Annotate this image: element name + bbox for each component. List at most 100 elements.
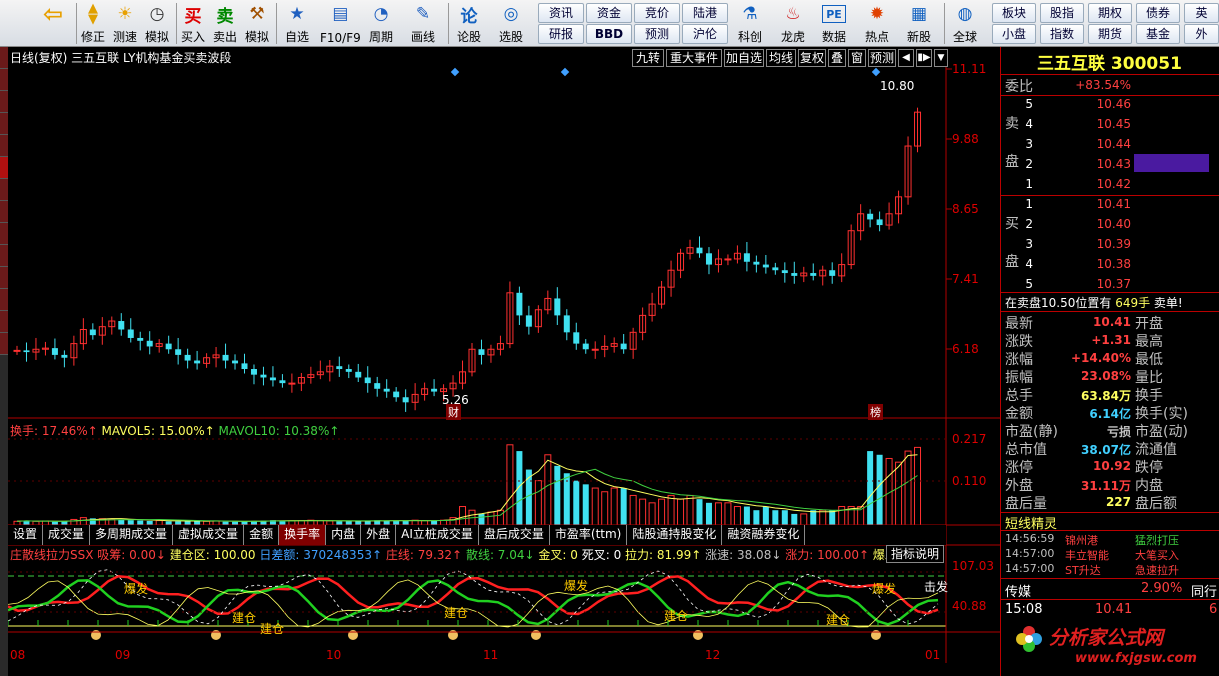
up-down-icon: ▲ ▼ [88,1,98,27]
sell-queue-bar [1134,154,1209,172]
chart-canvas[interactable] [8,67,1000,663]
volume-bar [772,510,779,525]
watchlist-button[interactable]: ★ 自选 [284,2,310,45]
tech-board-button[interactable]: ⚗ 科创 [737,2,763,45]
sprite-item[interactable]: 14:56:59 锦州港 猛烈打压 [1005,532,1217,547]
indicator-tab[interactable]: 换手率 [279,525,327,545]
candle-body [137,337,144,341]
nine-turn-button[interactable]: 九转 [632,49,664,67]
order-price[interactable]: 10.43 [1071,157,1131,171]
buy-button[interactable]: 买买入 [180,2,206,45]
forecast-button[interactable]: 预测 [868,49,896,67]
data-button[interactable]: PE 数据 [822,2,846,45]
pill-hk-connect[interactable]: 陆港 [682,3,728,23]
overlay-button[interactable]: 叠 [828,49,846,67]
indicator-tab[interactable]: 外盘 [361,525,397,545]
volume-bar [829,510,836,525]
volume-tick: 0.110 [952,474,987,488]
speedtest-button[interactable]: ☀ 测速 [112,2,138,45]
date-tick: 11 [483,648,499,662]
indicator-tab[interactable]: 设置 [8,525,44,545]
quote-value: 227 [1105,495,1131,509]
back-button[interactable]: ⇦ [40,0,66,45]
fix-button[interactable]: ▲ ▼ 修正 [80,2,106,45]
indicator-header: 庄散线拉力SSX 吸筹: 0.00↓ 建仓区: 100.00 日差额: 3702… [10,546,886,563]
order-price[interactable]: 10.39 [1071,237,1131,251]
sim-trade-button[interactable]: ⚒ 模拟 [244,2,270,45]
add-watchlist-button[interactable]: 加自选 [724,49,764,67]
indicator-tab[interactable]: 市盈率(ttm) [550,525,628,545]
indicator-tab[interactable]: 盘后成交量 [479,525,550,545]
pill-auction[interactable]: 竞价 [634,3,680,23]
pill-funds[interactable]: 基金 [1136,24,1180,44]
candle-body [51,348,58,355]
pill-small-cap[interactable]: 小盘 [992,24,1036,44]
order-price[interactable]: 10.42 [1071,177,1131,191]
sprite-stock: ST升达 [1065,564,1101,577]
volume-bar [743,506,750,525]
order-price[interactable]: 10.45 [1071,117,1131,131]
stock-select-button[interactable]: ◎ 选股 [498,2,524,45]
moving-average-button[interactable]: 均线 [766,49,796,67]
pill-bonds[interactable]: 债券 [1136,3,1180,23]
ranking-tag[interactable]: 榜 [868,404,883,420]
pill-bbd[interactable]: BBD [586,24,632,44]
order-price[interactable]: 10.40 [1071,217,1131,231]
expand-icon[interactable]: ◀ [898,49,914,67]
order-price[interactable]: 10.44 [1071,137,1131,151]
indicator-tab[interactable]: 陆股通持股变化 [627,525,723,545]
simulate-button[interactable]: ◷ 模拟 [144,2,170,45]
pill-index[interactable]: 指数 [1040,24,1084,44]
pin-icon[interactable]: ▮▶ [916,49,932,67]
f10-button[interactable]: ▤ F10/F9 [320,2,361,45]
adjust-button[interactable]: 复权 [798,49,826,67]
indicator-explain-button[interactable]: 指标说明 [886,545,944,563]
left-side-tabs[interactable] [0,47,8,676]
sector-name[interactable]: 传媒 [1005,581,1031,600]
pill-options[interactable]: 期权 [1088,3,1132,23]
sprite-item[interactable]: 14:57:00 丰立智能 大笔买入 [1005,547,1217,562]
hot-spot-button[interactable]: ✹ 热点 [864,2,890,45]
global-button[interactable]: ◍ 全球 [952,2,978,45]
flower-logo-icon [1015,625,1043,653]
major-events-button[interactable]: 重大事件 [666,49,722,67]
sprite-item[interactable]: 14:57:00 ST升达 急速拉升 [1005,562,1217,577]
indicator-value: 庄散线拉力SSX 吸筹: 0.00↓ [10,548,166,562]
candle-body [89,329,96,336]
pill-news[interactable]: 资讯 [538,3,584,23]
discuss-button[interactable]: 论论股 [456,2,482,45]
order-price[interactable]: 10.37 [1071,277,1131,291]
pill-capital[interactable]: 资金 [586,3,632,23]
indicator-tab[interactable]: 内盘 [326,525,362,545]
pill-sector[interactable]: 板块 [992,3,1036,23]
indicator-tab-bar: 设置 成交量 多周期成交量 虚拟成交量 金额 换手率 内盘 外盘 AI立桩成交量 盘后成交量 市盈率… [8,525,946,545]
order-price[interactable]: 10.38 [1071,257,1131,271]
dropdown-icon[interactable]: ▼ [934,49,948,67]
pill-forex[interactable]: 外 [1184,24,1219,44]
pill-forecast[interactable]: 预测 [634,24,680,44]
sell-button[interactable]: 卖卖出 [212,2,238,45]
pill-uk[interactable]: 英 [1184,3,1219,23]
draw-line-button[interactable]: ✎ 画线 [410,2,436,45]
quote-label: 最低 [1135,352,1163,368]
pill-futures[interactable]: 期货 [1088,24,1132,44]
order-price[interactable]: 10.41 [1071,197,1131,211]
period-button[interactable]: ◔ 周期 [368,2,394,45]
indicator-tab[interactable]: 成交量 [43,525,91,545]
volume-bar [762,506,769,525]
indicator-tab[interactable]: 金额 [244,525,280,545]
window-button[interactable]: 窗 [848,49,866,67]
indicator-tab[interactable]: 融资融券变化 [722,525,806,545]
pill-reports[interactable]: 研报 [538,24,584,44]
new-stock-button[interactable]: ▦ 新股 [906,2,932,45]
indicator-tab[interactable]: 多周期成交量 [90,525,174,545]
pill-stock-index[interactable]: 股指 [1040,3,1084,23]
pill-shanghai-london[interactable]: 沪伦 [682,24,728,44]
sector-peers-tab[interactable]: 同行 [1191,581,1217,600]
indicator-tab[interactable]: AI立桩成交量 [396,525,479,545]
dragon-tiger-button[interactable]: ♨ 龙虎 [780,2,806,45]
finance-tag[interactable]: 财 [446,404,461,420]
indicator-tab[interactable]: 虚拟成交量 [173,525,245,545]
order-price[interactable]: 10.46 [1071,97,1131,111]
indicator-value: 金叉: 0 [534,548,578,562]
